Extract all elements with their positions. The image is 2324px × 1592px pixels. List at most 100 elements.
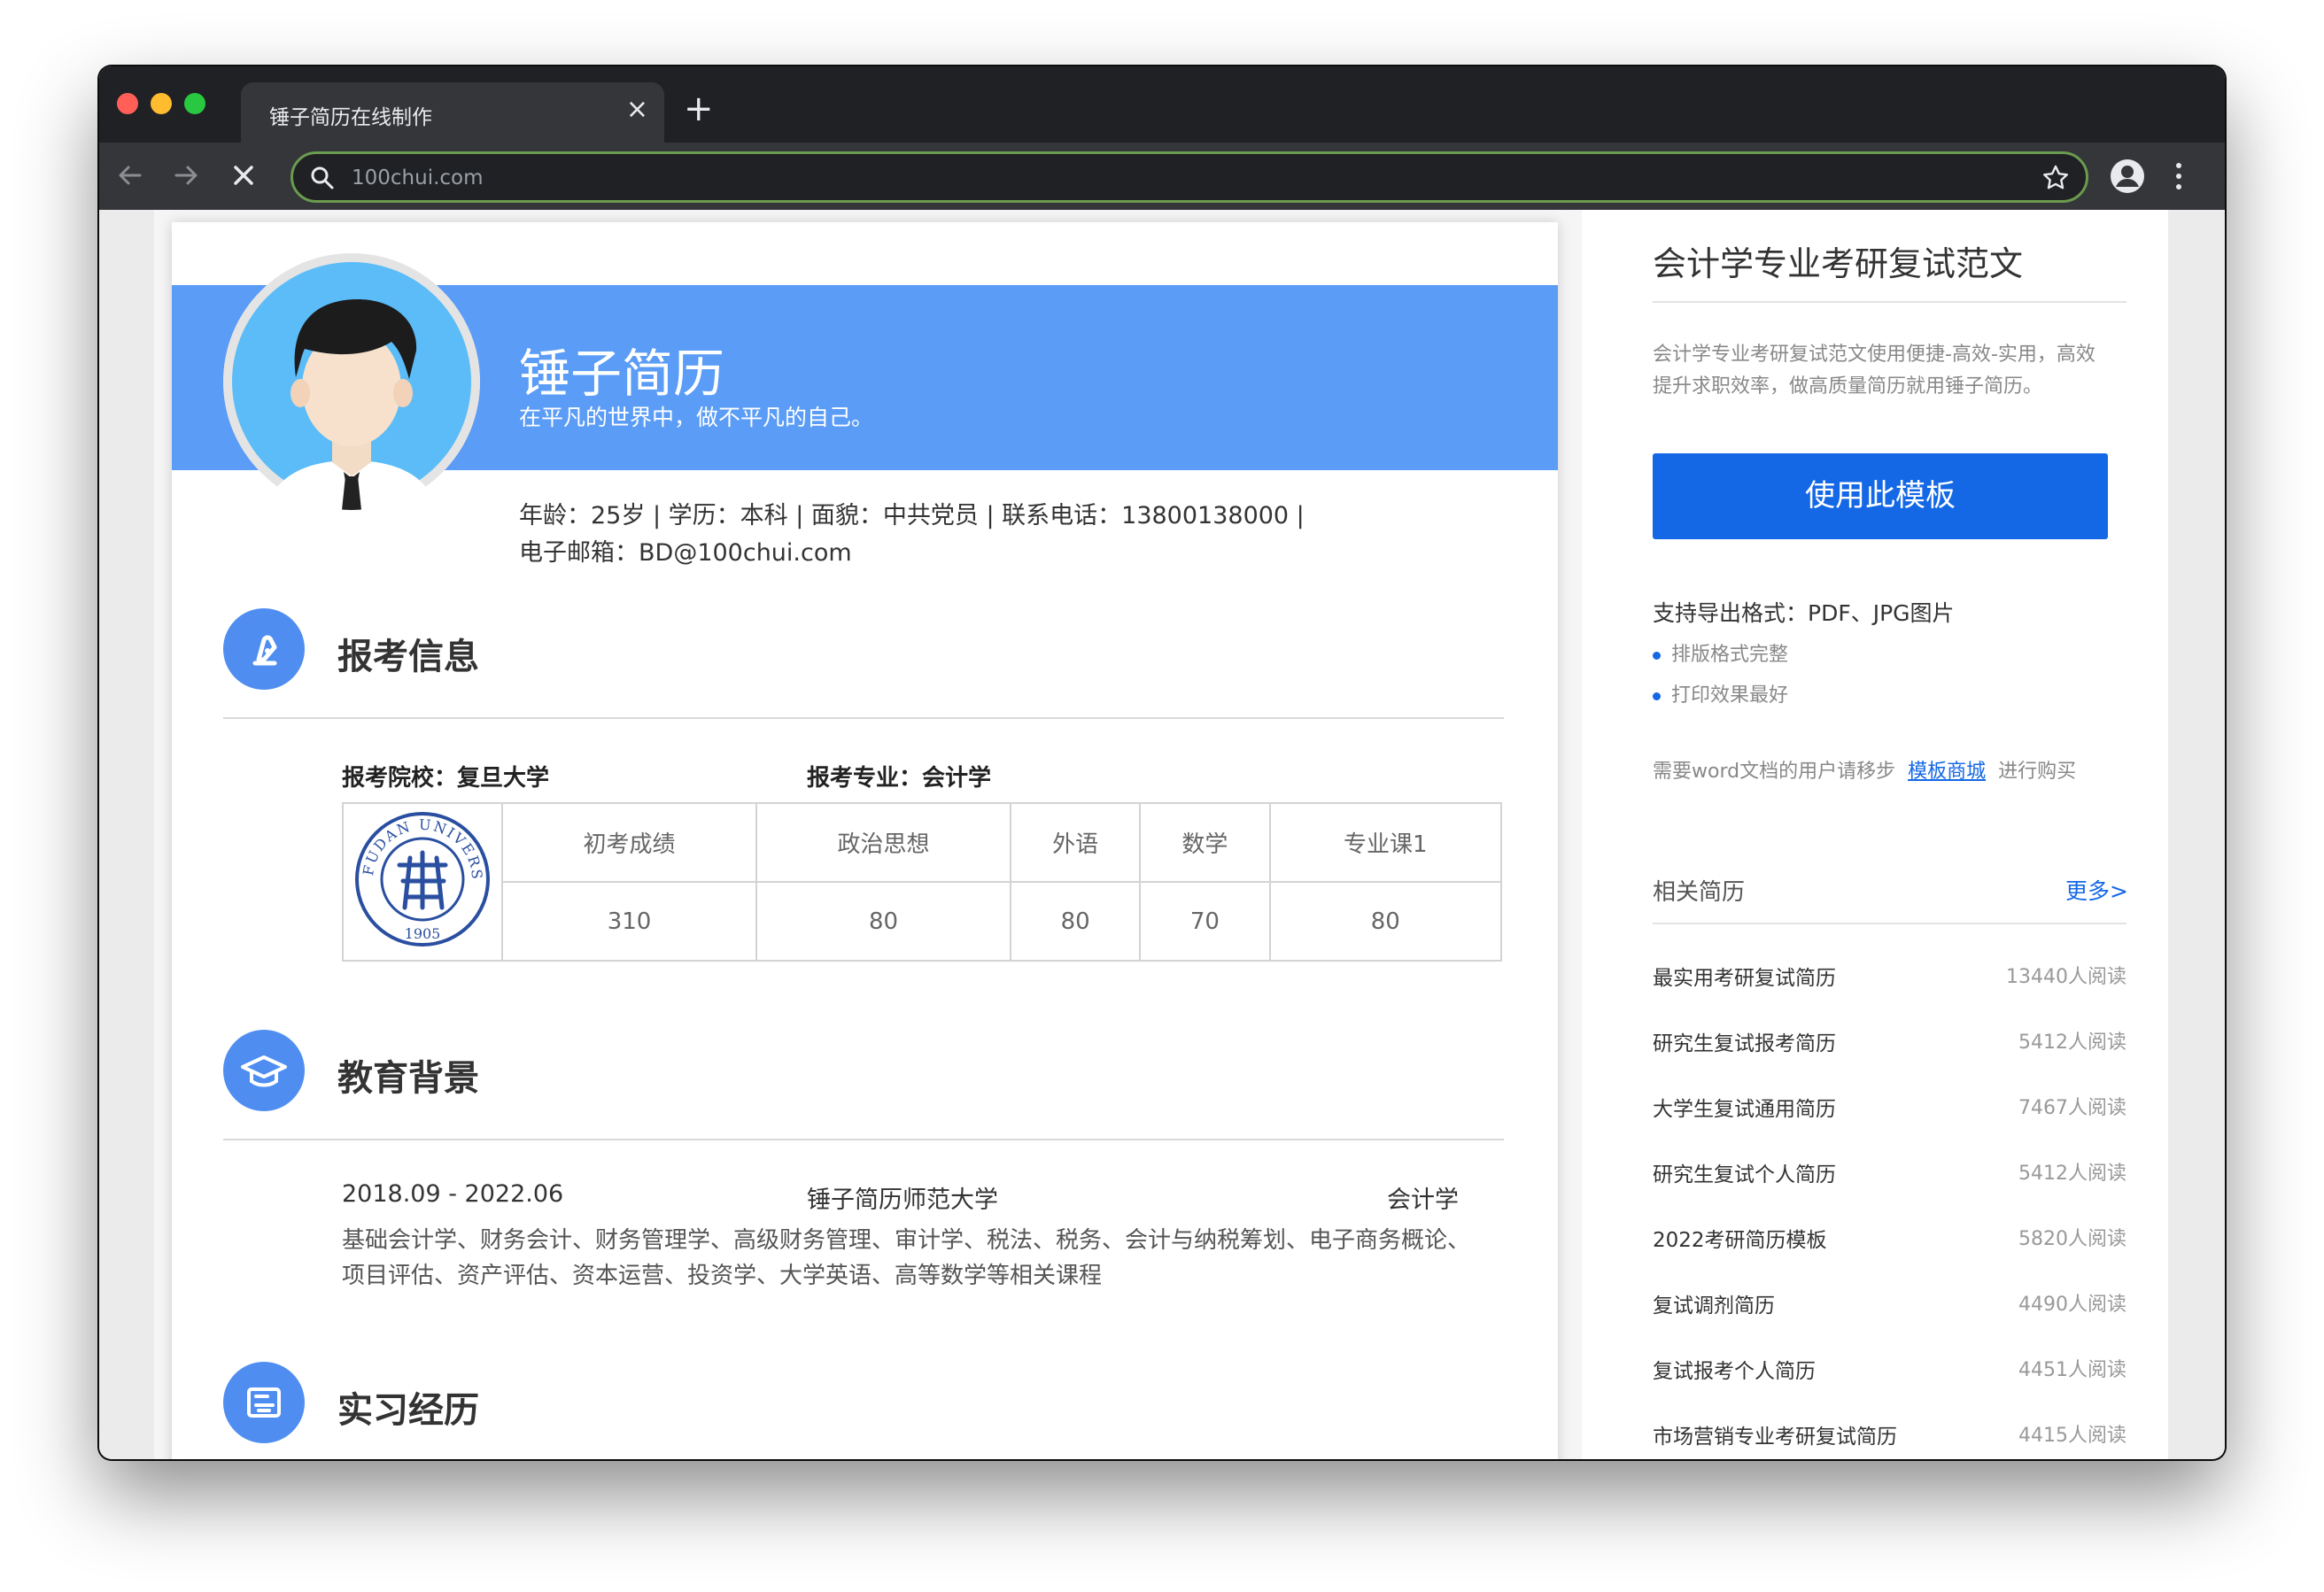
url-text: 100chui.com: [352, 166, 484, 189]
exam-major: 报考专业：会计学: [807, 765, 992, 792]
exam-school: 报考院校：复旦大学: [342, 765, 550, 792]
education-major: 会计学: [1387, 1186, 1459, 1214]
score-header-cell: 专业课1: [1268, 802, 1503, 883]
score-value-cell: 80: [755, 881, 1012, 962]
related-resume-item[interactable]: 复试调剂简历 4490人阅读: [1653, 1288, 2126, 1324]
svg-text:FUDAN UNIVERSITY: FUDAN UNIVERSITY: [353, 810, 485, 881]
related-resume-item[interactable]: 2022考研简历模板 5820人阅读: [1653, 1223, 2126, 1258]
template-description: 会计学专业考研复试范文使用便捷-高效-实用，高效 提升求职效率，做高质量简历就用…: [1653, 339, 2095, 403]
avatar-illustration: [223, 253, 480, 510]
related-resume-item[interactable]: 复试报考个人简历 4451人阅读: [1653, 1354, 2126, 1389]
bullet-dot-icon: [1653, 651, 1661, 660]
feature-bullet-text: 排版格式完整: [1671, 644, 1789, 666]
education-period: 2018.09 - 2022.06: [342, 1180, 564, 1208]
related-resume-item[interactable]: 研究生复试个人简历 5412人阅读: [1653, 1157, 2126, 1193]
browser-toolbar: 100chui.com: [99, 143, 2225, 210]
related-resume-name[interactable]: 复试报考个人简历: [1653, 1354, 1816, 1384]
template-title: 会计学专业考研复试范文: [1653, 244, 2024, 283]
score-value-cell: 80: [1010, 881, 1142, 962]
stop-loading-icon[interactable]: [223, 155, 264, 196]
score-value-cell: 80: [1268, 881, 1503, 962]
minimize-window-button[interactable]: [151, 93, 172, 114]
shop-notice: 需要word文档的用户请移步 模板商城 进行购买: [1653, 755, 2076, 784]
related-resume-reads: 5820人阅读: [2018, 1228, 2126, 1250]
section-divider: [223, 717, 1504, 719]
related-resume-reads: 5412人阅读: [2018, 1163, 2126, 1185]
tab-bar: 锤子简历在线制作 × +: [99, 66, 2225, 143]
shop-notice-suffix: 进行购买: [1998, 761, 2077, 783]
related-resumes-heading: 相关简历: [1653, 879, 1746, 906]
university-seal-cell: FUDAN UNIVERSITY 1905: [342, 797, 503, 962]
score-header-cell: 政治思想: [755, 802, 1012, 883]
related-resume-reads: 4451人阅读: [2018, 1359, 2126, 1381]
maximize-window-button[interactable]: [184, 93, 205, 114]
close-window-button[interactable]: [117, 93, 138, 114]
related-resume-reads: 7467人阅读: [2018, 1097, 2126, 1119]
related-resume-name[interactable]: 大学生复试通用简历: [1653, 1092, 1836, 1122]
seal-text: FUDAN UNIVERSITY: [347, 797, 484, 881]
score-header-cell: 初考成绩: [500, 802, 758, 883]
profile-avatar-icon[interactable]: [2108, 157, 2147, 196]
tab-active[interactable]: 锤子简历在线制作 ×: [241, 82, 664, 143]
tab-close-icon[interactable]: ×: [626, 95, 648, 125]
seal-year: 1905: [405, 925, 441, 942]
exam-pen-icon: [223, 608, 305, 690]
candidate-name: 锤子简历: [519, 344, 725, 404]
related-resume-item[interactable]: 大学生复试通用简历 7467人阅读: [1653, 1092, 2126, 1127]
feature-bullet: 排版格式完整: [1653, 638, 1788, 667]
related-resume-name[interactable]: 最实用考研复试简历: [1653, 961, 1836, 991]
related-resume-item[interactable]: 研究生复试报考简历 5412人阅读: [1653, 1026, 2126, 1062]
related-resume-reads: 4415人阅读: [2018, 1425, 2126, 1447]
score-value-cell: 310: [500, 881, 758, 962]
related-resume-name[interactable]: 市场营销专业考研复试简历: [1653, 1419, 1897, 1449]
template-sidebar: 会计学专业考研复试范文 会计学专业考研复试范文使用便捷-高效-实用，高效 提升求…: [1582, 210, 2168, 1459]
back-arrow-icon[interactable]: [110, 155, 151, 196]
education-courses-line1: 基础会计学、财务会计、财务管理学、高级财务管理、审计学、税法、税务、会计与纳税筹…: [342, 1227, 1471, 1254]
bullet-dot-icon: [1653, 692, 1661, 700]
education-courses-line2: 项目评估、资产评估、资本运营、投资学、大学英语、高等数学等相关课程: [342, 1263, 1103, 1289]
related-resume-reads: 5412人阅读: [2018, 1032, 2126, 1054]
page-viewport: 锤子简历 在平凡的世界中，做不平凡的自己。 年龄：25岁 | 学历：本科 | 面…: [99, 210, 2225, 1459]
shop-notice-prefix: 需要word文档的用户请移步: [1653, 761, 1896, 783]
candidate-info-line2: 电子邮箱：BD@100chui.com: [519, 539, 852, 567]
related-resume-name[interactable]: 研究生复试报考简历: [1653, 1026, 1836, 1056]
use-template-button[interactable]: 使用此模板: [1653, 453, 2108, 539]
section-title-internship: 实习经历: [337, 1390, 479, 1431]
template-description-line1: 会计学专业考研复试范文使用便捷-高效-实用，高效: [1653, 344, 2095, 366]
more-link[interactable]: 更多>: [2065, 874, 2128, 906]
export-formats: 支持导出格式：PDF、JPG图片: [1653, 600, 1955, 626]
score-header-cell: 外语: [1010, 802, 1142, 883]
education-school: 锤子简历师范大学: [807, 1186, 998, 1214]
candidate-motto: 在平凡的世界中，做不平凡的自己。: [519, 405, 874, 430]
related-resume-item[interactable]: 市场营销专业考研复试简历 4415人阅读: [1653, 1419, 2126, 1455]
section-divider: [223, 1139, 1504, 1140]
template-description-line2: 提升求职效率，做高质量简历就用锤子简历。: [1653, 375, 2043, 398]
related-resume-reads: 4490人阅读: [2018, 1294, 2126, 1316]
forward-arrow-icon[interactable]: [166, 155, 206, 196]
new-tab-button[interactable]: +: [684, 89, 714, 128]
score-value-cell: 70: [1139, 881, 1271, 962]
score-header-cell: 数学: [1139, 802, 1271, 883]
related-resume-name[interactable]: 研究生复试个人简历: [1653, 1157, 1836, 1187]
address-bar[interactable]: 100chui.com: [290, 151, 2088, 203]
fudan-university-seal: FUDAN UNIVERSITY 1905: [347, 797, 490, 947]
related-resume-name[interactable]: 2022考研简历模板: [1653, 1223, 1827, 1253]
menu-kebab-icon[interactable]: [2170, 158, 2188, 194]
bookmark-star-icon[interactable]: [2041, 164, 2070, 192]
related-resume-reads: 13440人阅读: [2006, 966, 2126, 988]
feature-bullet-text: 打印效果最好: [1671, 684, 1789, 707]
avatar: [223, 253, 480, 510]
feature-bullet: 打印效果最好: [1653, 679, 1788, 707]
template-shop-link[interactable]: 模板商城: [1908, 761, 1986, 783]
sidebar-divider: [1653, 301, 2126, 303]
search-icon: [311, 166, 334, 189]
resume-preview-area: 锤子简历 在平凡的世界中，做不平凡的自己。 年龄：25岁 | 学历：本科 | 面…: [154, 210, 1582, 1459]
resume-card: 锤子简历 在平凡的世界中，做不平凡的自己。 年龄：25岁 | 学历：本科 | 面…: [172, 222, 1558, 1459]
related-resume-name[interactable]: 复试调剂简历: [1653, 1288, 1775, 1318]
internship-badge-icon: [223, 1362, 305, 1443]
section-title-education: 教育背景: [337, 1058, 479, 1099]
score-table: FUDAN UNIVERSITY 1905 初考成绩 政治思想 外语 数学 专业…: [342, 797, 1503, 962]
section-title-exam: 报考信息: [337, 637, 479, 677]
candidate-info-line1: 年龄：25岁 | 学历：本科 | 面貌：中共党员 | 联系电话：13800138…: [519, 502, 1305, 529]
related-resume-item[interactable]: 最实用考研复试简历 13440人阅读: [1653, 961, 2126, 996]
